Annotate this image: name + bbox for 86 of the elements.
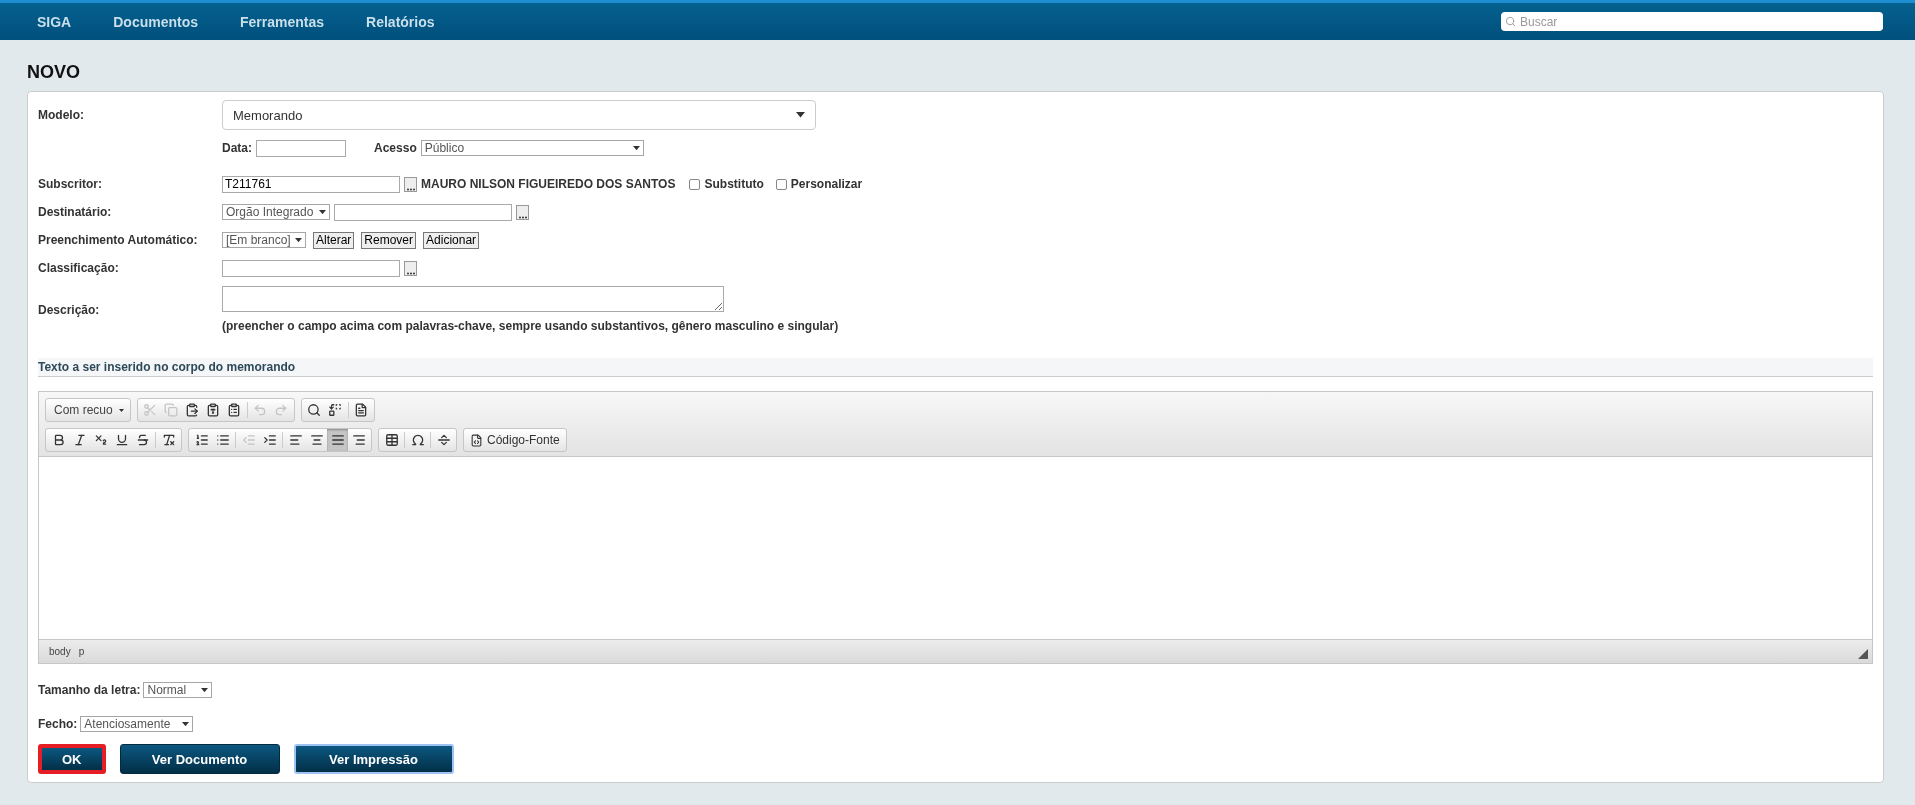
autofill-button[interactable]: Adicionar	[423, 231, 480, 249]
align-center-icon	[309, 433, 324, 447]
action-button[interactable]: OK	[38, 744, 106, 774]
dots-icon	[518, 215, 527, 219]
field-label: Destinatário:	[38, 205, 113, 219]
checkbox[interactable]	[775, 178, 787, 190]
classification-field[interactable]	[222, 259, 400, 277]
subscriber-field[interactable]: T211761	[222, 175, 400, 193]
caret-icon	[118, 408, 124, 412]
field-label: Descrição:	[38, 303, 101, 317]
section-title: Texto a ser inserido no corpo do memorando	[38, 358, 1873, 377]
page-title: NOVO	[27, 62, 81, 83]
source-button[interactable]: Código-Fonte	[463, 428, 567, 452]
bullet-list-icon	[215, 433, 230, 447]
autofill-select[interactable]: [Em branco]	[222, 232, 306, 248]
search-field[interactable]: Buscar	[1501, 12, 1883, 31]
checkbox[interactable]	[689, 178, 701, 190]
caret-icon	[796, 112, 805, 118]
access-select[interactable]: Público	[420, 140, 644, 156]
page-break-icon	[436, 433, 451, 447]
nav-link[interactable]: SIGA	[37, 13, 72, 30]
recipient-type-select[interactable]: Orgão Integrado	[222, 204, 330, 220]
omega-icon	[410, 433, 425, 447]
autofill-button[interactable]: Remover	[361, 231, 417, 249]
hint-text: (preencher o campo acima com palavras-chave, sempre usando substantivos, gênero masculino e singular)	[222, 319, 839, 333]
caret-icon	[632, 145, 640, 151]
document-icon	[354, 403, 369, 417]
format-dropdown[interactable]: Com recuo	[45, 398, 131, 422]
field-label: Data:	[222, 141, 252, 155]
field-label: Subscritor:	[38, 177, 103, 191]
replace-icon	[328, 403, 343, 417]
caret-icon	[182, 721, 190, 727]
code-file-icon	[470, 433, 483, 447]
lookup-button[interactable]	[516, 204, 529, 220]
italic-icon	[72, 433, 87, 447]
closing-select[interactable]: Atenciosamente	[80, 716, 194, 732]
field-label: Modelo:	[38, 108, 85, 122]
numbered-list-icon	[194, 433, 209, 447]
field-label: Acesso	[374, 141, 417, 155]
clipboard-icon	[185, 403, 200, 417]
table-icon	[384, 433, 399, 447]
dots-icon	[406, 187, 415, 191]
search-icon	[307, 403, 322, 417]
action-button[interactable]: Ver Impressão	[293, 744, 454, 774]
copy-icon	[164, 403, 179, 417]
element-path-item[interactable]: body	[49, 646, 71, 657]
clipboard-icon	[206, 403, 221, 417]
action-button[interactable]: Ver Documento	[119, 744, 280, 774]
subscript-icon	[93, 433, 108, 447]
font-size-select[interactable]: Normal	[143, 682, 213, 698]
lookup-button[interactable]	[404, 176, 417, 192]
description-field[interactable]	[222, 286, 724, 312]
recipient-field[interactable]	[334, 203, 512, 221]
caret-icon	[319, 209, 326, 215]
autofill-button[interactable]: Alterar	[313, 231, 355, 249]
nav-link[interactable]: Ferramentas	[240, 13, 325, 30]
clear-format-icon	[161, 433, 176, 447]
underline-icon	[114, 433, 129, 447]
scissors-icon	[143, 403, 158, 417]
field-label: Preenchimento Automático:	[38, 233, 199, 247]
lookup-button[interactable]	[404, 260, 417, 276]
checkbox-label: Substituto	[704, 177, 764, 191]
align-right-icon	[351, 433, 366, 447]
nav-link[interactable]: Documentos	[113, 13, 199, 30]
checkbox-label: Personalizar	[790, 177, 863, 191]
field-label: Fecho:	[38, 717, 78, 731]
model-select[interactable]: Memorando	[222, 100, 816, 130]
field-label: Tamanho da letra:	[38, 683, 141, 697]
indent-icon	[262, 433, 277, 447]
subscriber-name: MAURO NILSON FIGUEIREDO DOS SANTOS	[421, 177, 676, 191]
resize-grip-icon[interactable]	[1858, 649, 1868, 659]
dots-icon	[406, 271, 415, 275]
caret-icon	[295, 237, 302, 243]
align-justify-icon	[330, 433, 345, 447]
caret-icon	[201, 687, 209, 693]
nav-link[interactable]: Relatórios	[366, 13, 435, 30]
search-icon	[1505, 16, 1516, 27]
element-path-item[interactable]: p	[78, 646, 85, 657]
date-field[interactable]	[256, 139, 346, 157]
redo-icon	[274, 403, 289, 417]
align-left-icon	[288, 433, 303, 447]
clipboard-icon	[227, 403, 242, 417]
outdent-icon	[241, 433, 256, 447]
strikethrough-icon	[135, 433, 150, 447]
undo-icon	[253, 403, 268, 417]
field-label: Classificação:	[38, 261, 120, 275]
